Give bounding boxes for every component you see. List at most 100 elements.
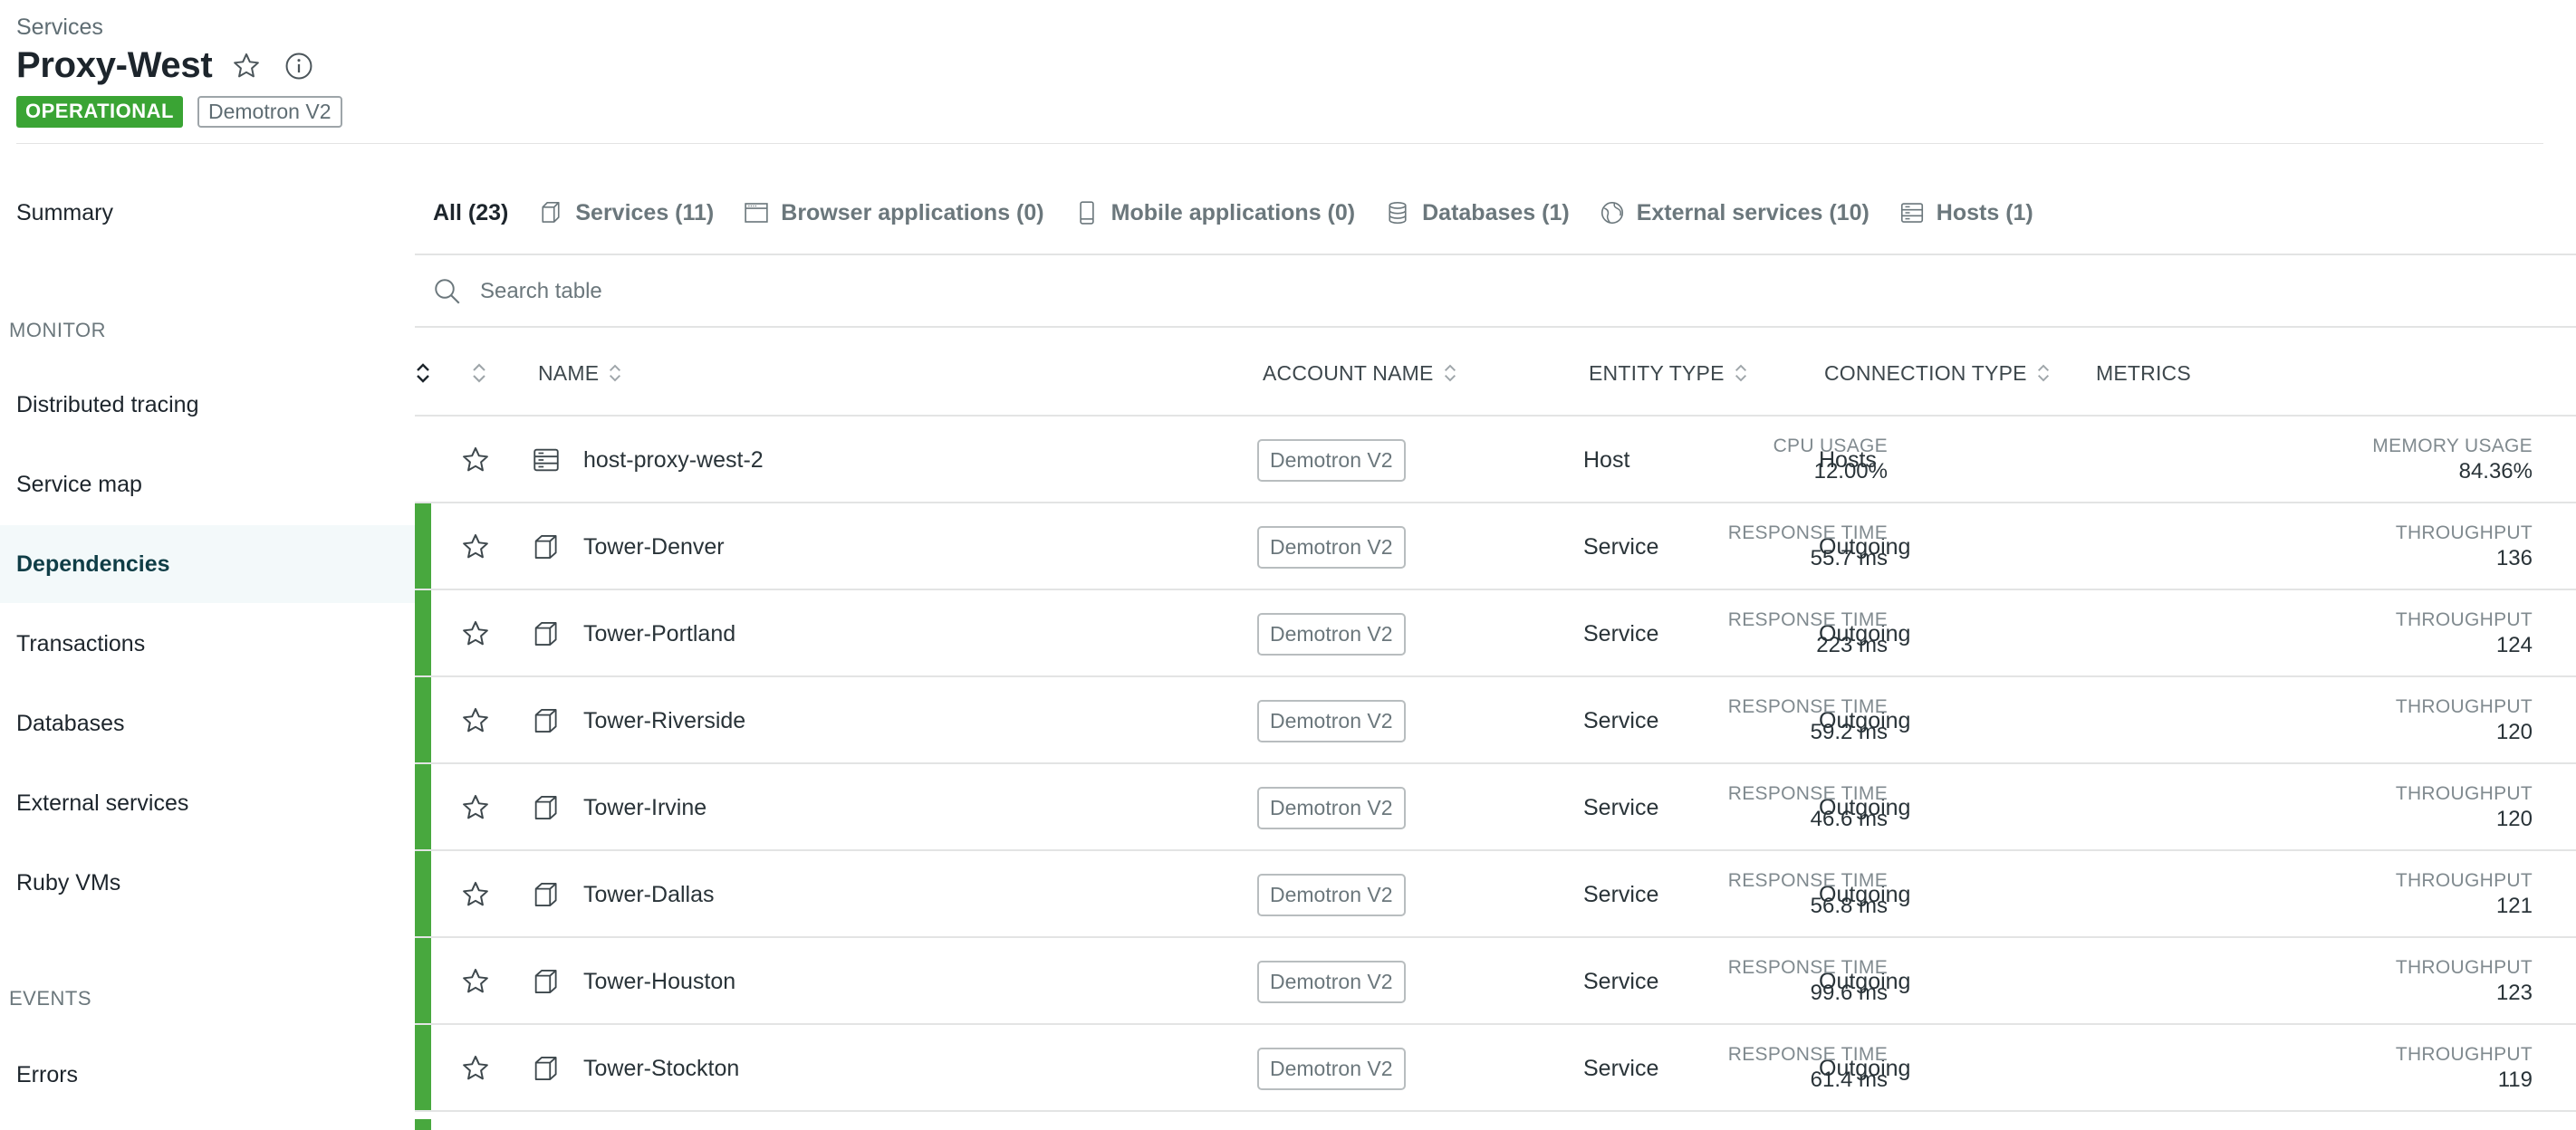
column-header-account-name[interactable]: ACCOUNT NAME xyxy=(1263,330,1457,417)
page-title: Proxy-West xyxy=(16,45,213,85)
star-icon[interactable] xyxy=(460,938,491,1025)
metric-label: MEMORY USAGE xyxy=(2372,436,2533,456)
account-pill: Demotron V2 xyxy=(1257,438,1406,482)
status-sort-toggle[interactable] xyxy=(415,330,431,417)
account-cell: Demotron V2 xyxy=(1257,1025,1406,1112)
metric-label: RESPONSE TIME xyxy=(1727,957,1888,978)
favorite-star-icon[interactable] xyxy=(228,48,264,84)
table-row[interactable]: Tower-Riverside Demotron V2 Service Outgoin… xyxy=(415,677,2576,764)
column-header-entity-type[interactable]: ENTITY TYPE xyxy=(1589,330,1748,417)
cube-icon xyxy=(537,199,564,226)
metric-secondary: THROUGHPUT 123 xyxy=(2261,956,2533,1007)
metric-secondary: THROUGHPUT 136 xyxy=(2261,522,2533,572)
entity-name-link[interactable]: Tower-Irvine xyxy=(583,764,706,851)
entity-name-link[interactable]: Tower-Portland xyxy=(583,590,735,677)
table-row[interactable]: Tower-Houston Demotron V2 Service Outgoing R… xyxy=(415,938,2576,1025)
column-header-label: NAME xyxy=(538,360,600,385)
sidebar-item-errors[interactable]: Errors xyxy=(0,1036,415,1114)
row-status-indicator xyxy=(415,851,431,936)
row-status-indicator xyxy=(415,938,431,1023)
tab-label: Services (11) xyxy=(575,199,715,225)
metric-value: 119 xyxy=(2497,1068,2533,1092)
star-icon[interactable] xyxy=(460,503,491,590)
tab-databases[interactable]: Databases (1) xyxy=(1384,199,1570,226)
table-row[interactable]: Tower-Dallas Demotron V2 Service Outgoing RE… xyxy=(415,851,2576,938)
metric-primary: RESPONSE TIME 223 ms xyxy=(1616,608,1888,659)
sidebar-item-ruby-vms[interactable]: Ruby VMs xyxy=(0,844,415,922)
row-status-indicator xyxy=(415,503,431,589)
cube-icon xyxy=(531,503,562,590)
star-icon[interactable] xyxy=(460,590,491,677)
entity-name-link[interactable]: Tower-Dallas xyxy=(583,851,714,938)
breadcrumb[interactable]: Services xyxy=(16,14,103,41)
metric-value: 84.36% xyxy=(2458,459,2533,484)
account-pill: Demotron V2 xyxy=(1257,612,1406,656)
account-cell: Demotron V2 xyxy=(1257,590,1406,677)
table-row[interactable]: Tower-Portland Demotron V2 Service Outgoing… xyxy=(415,590,2576,677)
metric-secondary: THROUGHPUT 120 xyxy=(2261,782,2533,833)
entity-name-link[interactable]: Tower-Riverside xyxy=(583,677,745,764)
sort-icon xyxy=(2036,358,2051,388)
account-pill: Demotron V2 xyxy=(1257,786,1406,829)
metric-secondary: THROUGHPUT 119 xyxy=(2261,1043,2533,1094)
row-status-indicator xyxy=(415,1025,431,1110)
sidebar-item-summary[interactable]: Summary xyxy=(0,174,415,252)
metric-primary: RESPONSE TIME 61.4 ms xyxy=(1616,1043,1888,1094)
metric-primary: RESPONSE TIME 46.6 ms xyxy=(1616,782,1888,833)
account-cell: Demotron V2 xyxy=(1257,764,1406,851)
star-icon[interactable] xyxy=(460,417,491,503)
tab-hosts[interactable]: Hosts (1) xyxy=(1898,199,2033,226)
star-icon[interactable] xyxy=(460,1025,491,1112)
table-row[interactable]: host-proxy-west-2 Demotron V2 Host Hosts CPU… xyxy=(415,417,2576,503)
metric-label: RESPONSE TIME xyxy=(1727,522,1888,543)
account-cell: Demotron V2 xyxy=(1257,677,1406,764)
cube-icon xyxy=(531,677,562,764)
search-input[interactable] xyxy=(478,278,1569,305)
star-icon[interactable] xyxy=(460,764,491,851)
metric-value: 223 ms xyxy=(1816,633,1888,657)
sidebar-item-dependencies[interactable]: Dependencies xyxy=(0,525,415,603)
sidebar-item-transactions[interactable]: Transactions xyxy=(0,605,415,683)
account-cell: Demotron V2 xyxy=(1257,851,1406,938)
star-icon[interactable] xyxy=(460,851,491,938)
entity-name-link[interactable]: Tower-Houston xyxy=(583,938,735,1025)
sidebar-item-service-map[interactable]: Service map xyxy=(0,445,415,523)
badge-row: OPERATIONAL Demotron V2 xyxy=(16,96,342,128)
entity-name-link[interactable]: Tower-Stockton xyxy=(583,1025,739,1112)
table-row[interactable]: Tower-Denver Demotron V2 Service Outgoing RE… xyxy=(415,503,2576,590)
table-row[interactable]: Tower-Stockton Demotron V2 Service Outgoing… xyxy=(415,1025,2576,1112)
sidebar-item-databases[interactable]: Databases xyxy=(0,685,415,762)
metric-value: 61.4 ms xyxy=(1810,1068,1888,1092)
metric-label: THROUGHPUT xyxy=(2395,870,2533,891)
sidebar-item-distributed-tracing[interactable]: Distributed tracing xyxy=(0,366,415,444)
metric-value: 46.6 ms xyxy=(1810,807,1888,831)
cube-icon xyxy=(531,590,562,677)
column-header-name[interactable]: NAME xyxy=(538,330,622,417)
account-badge: Demotron V2 xyxy=(197,96,342,128)
metric-value: 12.00% xyxy=(1813,459,1888,484)
table-row[interactable]: Tower-Irvine Demotron V2 Service Outgoing RE… xyxy=(415,764,2576,851)
tab-label: All (23) xyxy=(433,199,509,225)
cube-icon xyxy=(531,851,562,938)
database-icon xyxy=(1384,199,1411,226)
column-header-connection-type[interactable]: CONNECTION TYPE xyxy=(1824,330,2051,417)
tab-all[interactable]: All (23) xyxy=(433,200,508,226)
tab-services[interactable]: Services (11) xyxy=(537,199,714,226)
metric-value: 59.2 ms xyxy=(1810,720,1888,744)
column-header-metrics: METRICS xyxy=(2096,330,2191,417)
info-icon[interactable] xyxy=(281,48,317,84)
favorite-sort-icon[interactable] xyxy=(471,330,487,417)
sort-icon xyxy=(1443,358,1457,388)
sidebar-item-external-services[interactable]: External services xyxy=(0,764,415,842)
entity-name-link[interactable]: host-proxy-west-2 xyxy=(583,417,764,503)
tab-browser-applications[interactable]: Browser applications (0) xyxy=(743,199,1044,226)
tab-external-services[interactable]: External services (10) xyxy=(1599,199,1870,226)
account-pill: Demotron V2 xyxy=(1257,960,1406,1003)
entity-name-link[interactable]: Tower-Denver xyxy=(583,503,725,590)
column-header-label: CONNECTION TYPE xyxy=(1824,360,2027,385)
account-cell: Demotron V2 xyxy=(1257,417,1406,503)
metric-value: 123 xyxy=(2495,981,2533,1005)
tab-mobile-applications[interactable]: Mobile applications (0) xyxy=(1073,199,1355,226)
star-icon[interactable] xyxy=(460,677,491,764)
row-status-indicator xyxy=(415,1119,431,1130)
